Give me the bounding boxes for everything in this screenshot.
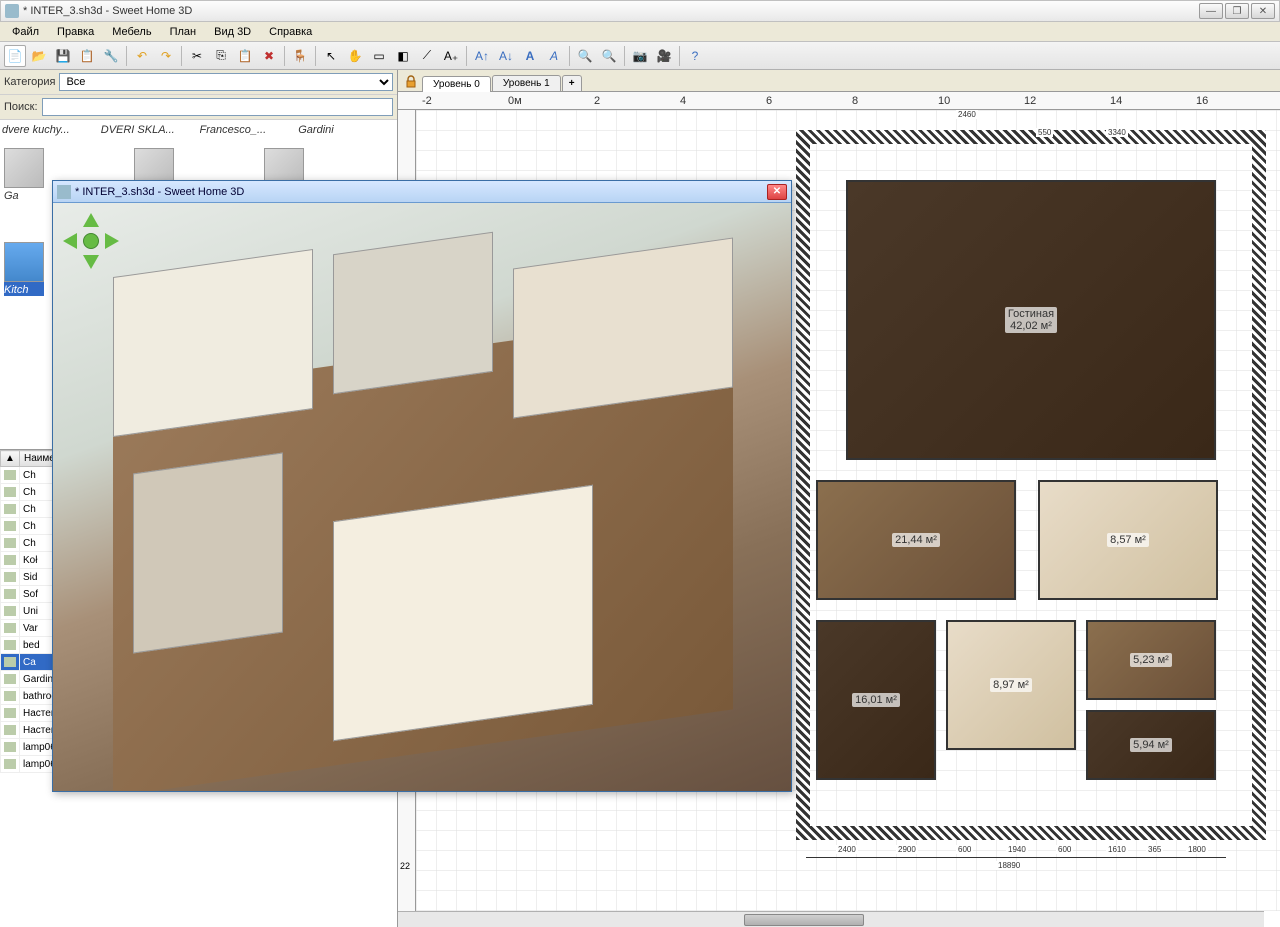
savecopy-button[interactable]: 📋 xyxy=(76,45,98,67)
zoomin-button[interactable]: 🔍 xyxy=(574,45,596,67)
level-tabs: Уровень 0 Уровень 1 + xyxy=(398,70,1280,92)
maximize-button[interactable]: ❐ xyxy=(1225,3,1249,19)
prefs-button[interactable]: 🔧 xyxy=(100,45,122,67)
3d-viewport[interactable] xyxy=(53,203,791,791)
popup-titlebar[interactable]: * INTER_3.sh3d - Sweet Home 3D ✕ xyxy=(53,181,791,203)
nav-right-icon[interactable] xyxy=(105,233,119,249)
menu-file[interactable]: Файл xyxy=(4,24,47,40)
italic-button[interactable]: A xyxy=(543,45,565,67)
nav-compass[interactable] xyxy=(63,213,119,269)
cut-button[interactable]: ✂ xyxy=(186,45,208,67)
menu-help[interactable]: Справка xyxy=(261,24,320,40)
save-button[interactable]: 💾 xyxy=(52,45,74,67)
new-button[interactable]: 📄 xyxy=(4,45,26,67)
nav-center-icon[interactable] xyxy=(83,233,99,249)
nav-down-icon[interactable] xyxy=(83,255,99,269)
close-button[interactable]: ✕ xyxy=(1251,3,1275,19)
menu-edit[interactable]: Правка xyxy=(49,24,102,40)
select-tool[interactable]: ↖ xyxy=(320,45,342,67)
bold-button[interactable]: A xyxy=(519,45,541,67)
menu-furniture[interactable]: Мебель xyxy=(104,24,159,40)
delete-button[interactable]: ✖ xyxy=(258,45,280,67)
catalog-col: Francesco_... xyxy=(200,124,297,136)
polyline-tool[interactable]: ⟋ xyxy=(416,45,438,67)
menu-plan[interactable]: План xyxy=(162,24,205,40)
window-titlebar: * INTER_3.sh3d - Sweet Home 3D — ❐ ✕ xyxy=(0,0,1280,22)
copy-button[interactable]: ⎘ xyxy=(210,45,232,67)
menu-3dview[interactable]: Вид 3D xyxy=(206,24,259,40)
catalog-item[interactable]: Ga xyxy=(4,148,44,202)
textbig-button[interactable]: A↑ xyxy=(471,45,493,67)
help-button[interactable]: ? xyxy=(684,45,706,67)
level-tab-add[interactable]: + xyxy=(562,75,582,91)
wall-tool[interactable]: ▭ xyxy=(368,45,390,67)
zoomout-button[interactable]: 🔍 xyxy=(598,45,620,67)
video-button[interactable]: 🎥 xyxy=(653,45,675,67)
category-select[interactable]: Все xyxy=(59,73,393,91)
pan-tool[interactable]: ✋ xyxy=(344,45,366,67)
3d-view-window[interactable]: * INTER_3.sh3d - Sweet Home 3D ✕ xyxy=(52,180,792,792)
level-tab-0[interactable]: Уровень 0 xyxy=(422,76,491,92)
catalog-col: Gardini xyxy=(298,124,395,136)
app-icon xyxy=(57,185,71,199)
textsmall-button[interactable]: A↓ xyxy=(495,45,517,67)
room-tool[interactable]: ◧ xyxy=(392,45,414,67)
paste-button[interactable]: 📋 xyxy=(234,45,256,67)
nav-up-icon[interactable] xyxy=(83,213,99,227)
redo-button[interactable]: ↷ xyxy=(155,45,177,67)
minimize-button[interactable]: — xyxy=(1199,3,1223,19)
horizontal-ruler: -2 0м 2 4 6 8 10 12 14 16 xyxy=(398,92,1280,110)
nav-left-icon[interactable] xyxy=(63,233,77,249)
catalog-col: DVERI SKLA... xyxy=(101,124,198,136)
level-tab-1[interactable]: Уровень 1 xyxy=(492,75,561,91)
lock-icon[interactable] xyxy=(404,75,418,89)
category-label: Категория xyxy=(4,76,55,88)
catalog-col: dvere kuchy... xyxy=(2,124,99,136)
dimension-tool[interactable]: A₊ xyxy=(440,45,462,67)
addfurn-button[interactable]: 🪑 xyxy=(289,45,311,67)
catalog-item-selected[interactable]: Kitch xyxy=(4,242,44,296)
undo-button[interactable]: ↶ xyxy=(131,45,153,67)
menu-bar: Файл Правка Мебель План Вид 3D Справка xyxy=(0,22,1280,42)
search-input[interactable] xyxy=(42,98,393,116)
search-label: Поиск: xyxy=(4,101,38,113)
app-icon xyxy=(5,4,19,18)
photo-button[interactable]: 📷 xyxy=(629,45,651,67)
popup-title: * INTER_3.sh3d - Sweet Home 3D xyxy=(75,186,767,198)
popup-close-button[interactable]: ✕ xyxy=(767,184,787,200)
horizontal-scrollbar[interactable] xyxy=(398,911,1264,927)
window-title: * INTER_3.sh3d - Sweet Home 3D xyxy=(23,5,1199,17)
open-button[interactable]: 📂 xyxy=(28,45,50,67)
toolbar: 📄 📂 💾 📋 🔧 ↶ ↷ ✂ ⎘ 📋 ✖ 🪑 ↖ ✋ ▭ ◧ ⟋ A₊ A↑ … xyxy=(0,42,1280,70)
